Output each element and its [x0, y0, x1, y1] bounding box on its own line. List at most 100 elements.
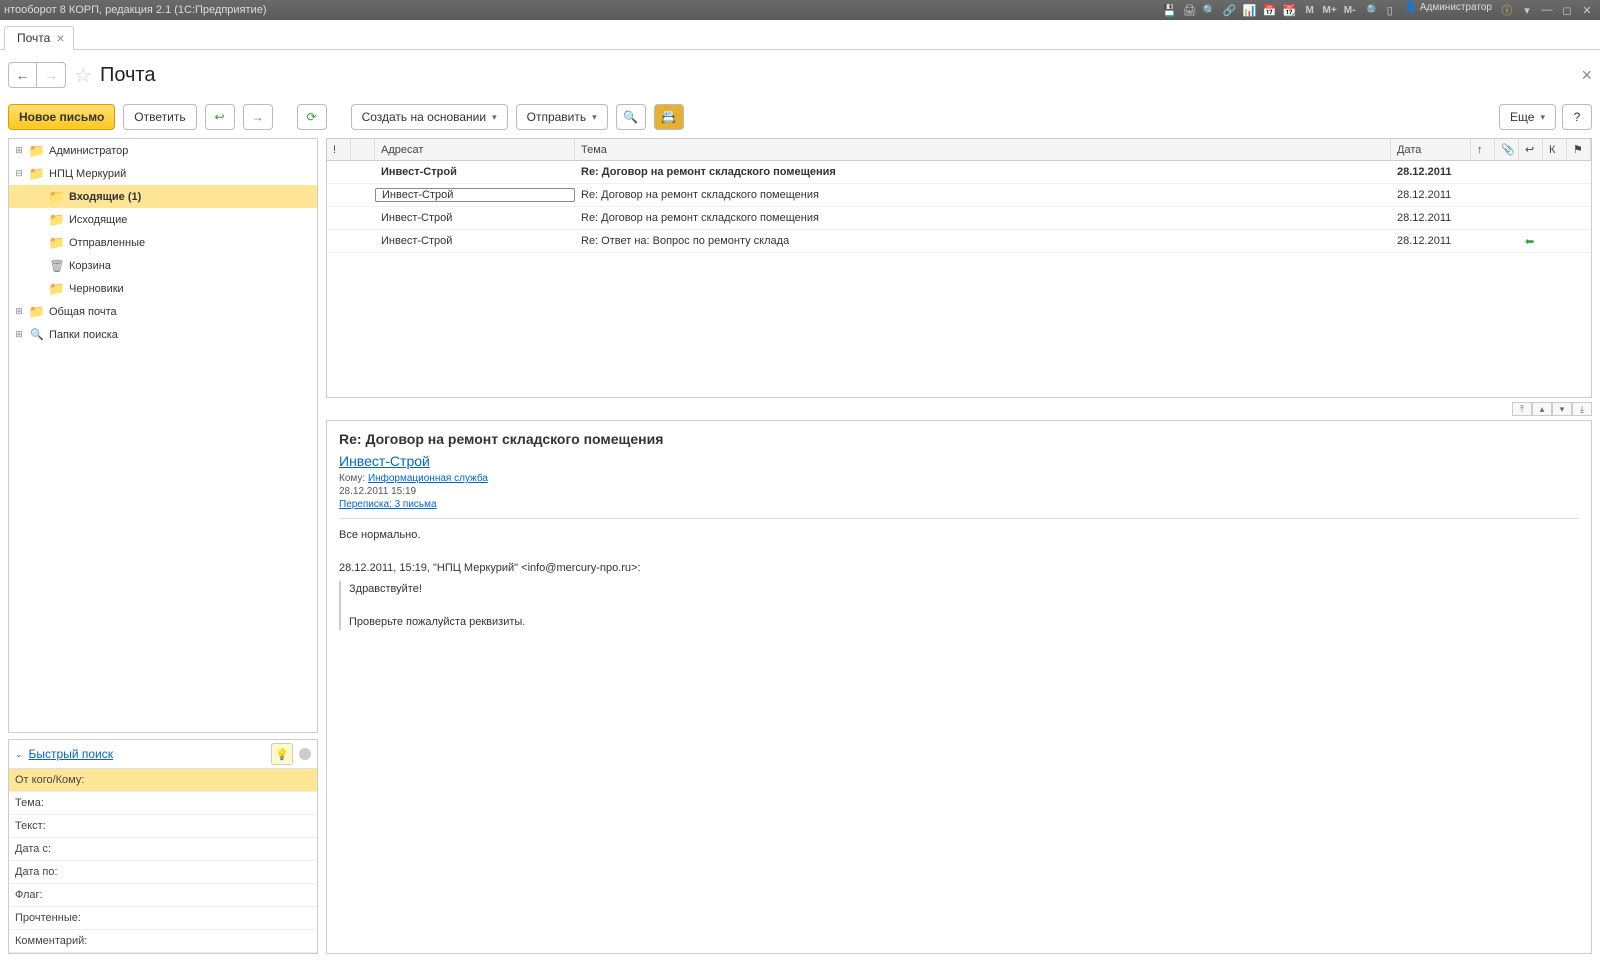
- tree-label: Входящие (1): [69, 191, 141, 203]
- quick-search-panel: ⌄ Быстрый поиск 💡 От кого/Кому:Тема:Текс…: [8, 739, 318, 954]
- col-importance[interactable]: !: [327, 139, 351, 160]
- qs-indicator-icon[interactable]: [299, 748, 311, 760]
- tree-item[interactable]: 📁 Входящие (1): [9, 185, 317, 208]
- expand-icon[interactable]: ⊟: [13, 168, 25, 179]
- new-mail-button[interactable]: Новое письмо: [8, 104, 115, 130]
- panel-icon[interactable]: ▯: [1381, 2, 1399, 18]
- tree-item[interactable]: ⊟📁НПЦ Меркурий: [9, 162, 317, 185]
- calendar-icon[interactable]: 📅: [1261, 2, 1279, 18]
- back-button[interactable]: ←: [9, 63, 37, 87]
- expand-icon[interactable]: ⊞: [13, 145, 25, 156]
- zoom-icon[interactable]: 🔎: [1361, 2, 1379, 18]
- calc-icon[interactable]: 📊: [1241, 2, 1259, 18]
- col-empty1[interactable]: [351, 139, 375, 160]
- mminus-button[interactable]: M-: [1341, 2, 1359, 18]
- search-field-row[interactable]: Тема:: [9, 792, 317, 815]
- tabbar: Почта ×: [0, 20, 1600, 50]
- row-date: 28.12.2011: [1391, 235, 1471, 247]
- qs-collapse-icon[interactable]: ⌄: [15, 749, 23, 760]
- col-attachment[interactable]: 📎: [1495, 139, 1519, 160]
- row-subject: Re: Договор на ремонт складского помещен…: [575, 212, 1391, 224]
- splitter-bottom-icon[interactable]: ⤓: [1572, 402, 1592, 416]
- row-subject: Re: Договор на ремонт складского помещен…: [575, 189, 1391, 201]
- info-icon[interactable]: ⓘ: [1498, 2, 1516, 18]
- splitter-controls: ⤒ ▴ ▾ ⤓: [326, 401, 1592, 417]
- reply-button[interactable]: Ответить: [123, 104, 196, 130]
- col-k[interactable]: К: [1543, 139, 1567, 160]
- expand-icon[interactable]: ⊞: [13, 329, 25, 340]
- more-button[interactable]: Еще▾: [1499, 104, 1556, 130]
- search-field-row[interactable]: Текст:: [9, 815, 317, 838]
- create-based-button[interactable]: Создать на основании▾: [351, 104, 508, 130]
- quick-search-link[interactable]: Быстрый поиск: [29, 747, 265, 761]
- link-icon[interactable]: 🔗: [1221, 2, 1239, 18]
- search-field-row[interactable]: Дата с:: [9, 838, 317, 861]
- expand-icon[interactable]: ⊞: [13, 306, 25, 317]
- preview-icon[interactable]: 🔍: [1201, 2, 1219, 18]
- col-date[interactable]: Дата: [1391, 139, 1471, 160]
- preview-thread-link[interactable]: Переписка: 3 письма: [339, 499, 437, 510]
- splitter-down-icon[interactable]: ▾: [1552, 402, 1572, 416]
- tree-item[interactable]: ⊞📁Администратор: [9, 139, 317, 162]
- addressbook-button[interactable]: 📇: [654, 104, 684, 130]
- refresh-button[interactable]: ⟳: [297, 104, 327, 130]
- row-date: 28.12.2011: [1391, 189, 1471, 201]
- col-sort[interactable]: ↑: [1471, 139, 1495, 160]
- preview-body: Все нормально. 28.12.2011, 15:19, "НПЦ М…: [339, 527, 1579, 630]
- hint-bulb-icon[interactable]: 💡: [271, 743, 293, 765]
- row-date: 28.12.2011: [1391, 166, 1471, 178]
- close-window-icon[interactable]: ✕: [1578, 2, 1596, 18]
- search-button[interactable]: 🔍: [616, 104, 646, 130]
- toolbar: Новое письмо Ответить ↩ → ⟳ Создать на о…: [8, 100, 1592, 138]
- forward-mail-button[interactable]: →: [243, 104, 273, 130]
- folder-icon: 📁: [29, 143, 45, 159]
- mail-row[interactable]: Инвест-СтройRe: Договор на ремонт складс…: [327, 207, 1591, 230]
- tree-item[interactable]: 📁Черновики: [9, 277, 317, 300]
- preview-from-link[interactable]: Инвест-Строй: [339, 453, 430, 469]
- search-field-row[interactable]: Флаг:: [9, 884, 317, 907]
- m-button[interactable]: M: [1301, 2, 1319, 18]
- mail-row[interactable]: Инвест-СтройRe: Договор на ремонт складс…: [327, 161, 1591, 184]
- favorite-star-icon[interactable]: ☆: [74, 63, 92, 88]
- forward-button[interactable]: →: [37, 63, 65, 87]
- search-field-row[interactable]: Прочтенные:: [9, 907, 317, 930]
- help-button[interactable]: ?: [1562, 104, 1592, 130]
- col-subject[interactable]: Тема: [575, 139, 1391, 160]
- col-reply[interactable]: ↩: [1519, 139, 1543, 160]
- print-icon[interactable]: 🖨: [1181, 2, 1199, 18]
- tree-item[interactable]: ⊞📁Общая почта: [9, 300, 317, 323]
- minimize-icon[interactable]: —: [1538, 2, 1556, 18]
- maximize-icon[interactable]: ◻: [1558, 2, 1576, 18]
- splitter-top-icon[interactable]: ⤒: [1512, 402, 1532, 416]
- grid-header: ! Адресат Тема Дата ↑ 📎 ↩ К ⚑: [327, 139, 1591, 161]
- splitter-up-icon[interactable]: ▴: [1532, 402, 1552, 416]
- page-title: Почта: [100, 64, 156, 87]
- folder-icon: 📁: [49, 189, 65, 205]
- folder-icon: 📁: [49, 235, 65, 251]
- search-field-row[interactable]: От кого/Кому:: [9, 769, 317, 792]
- mplus-button[interactable]: M+: [1321, 2, 1339, 18]
- preview-to-link[interactable]: Информационная служба: [368, 473, 488, 484]
- dropdown-icon[interactable]: ▾: [1518, 2, 1536, 18]
- close-tab-icon[interactable]: ×: [56, 30, 64, 46]
- folder-draft-icon: 📁: [49, 281, 65, 297]
- col-from[interactable]: Адресат: [375, 139, 575, 160]
- reply-all-button[interactable]: ↩: [205, 104, 235, 130]
- close-page-icon[interactable]: ×: [1581, 65, 1592, 86]
- tree-item[interactable]: 📁Исходящие: [9, 208, 317, 231]
- tab-mail[interactable]: Почта ×: [4, 26, 74, 50]
- send-button[interactable]: Отправить▾: [516, 104, 608, 130]
- date-icon[interactable]: 📆: [1281, 2, 1299, 18]
- search-field-row[interactable]: Комментарий:: [9, 930, 317, 953]
- tree-item[interactable]: 📁Отправленные: [9, 231, 317, 254]
- col-flag2[interactable]: ⚑: [1567, 139, 1591, 160]
- search-field-row[interactable]: Дата по:: [9, 861, 317, 884]
- sort-asc-icon: ↑: [1477, 144, 1483, 156]
- row-subject: Re: Ответ на: Вопрос по ремонту склада: [575, 235, 1391, 247]
- tree-item[interactable]: 🗑Корзина: [9, 254, 317, 277]
- mail-row[interactable]: Инвест-СтройRe: Договор на ремонт складс…: [327, 184, 1591, 207]
- mail-row[interactable]: Инвест-СтройRe: Ответ на: Вопрос по ремо…: [327, 230, 1591, 253]
- tree-item[interactable]: ⊞🔍Папки поиска: [9, 323, 317, 346]
- save-icon[interactable]: 💾: [1161, 2, 1179, 18]
- row-from: Инвест-Строй: [375, 166, 575, 178]
